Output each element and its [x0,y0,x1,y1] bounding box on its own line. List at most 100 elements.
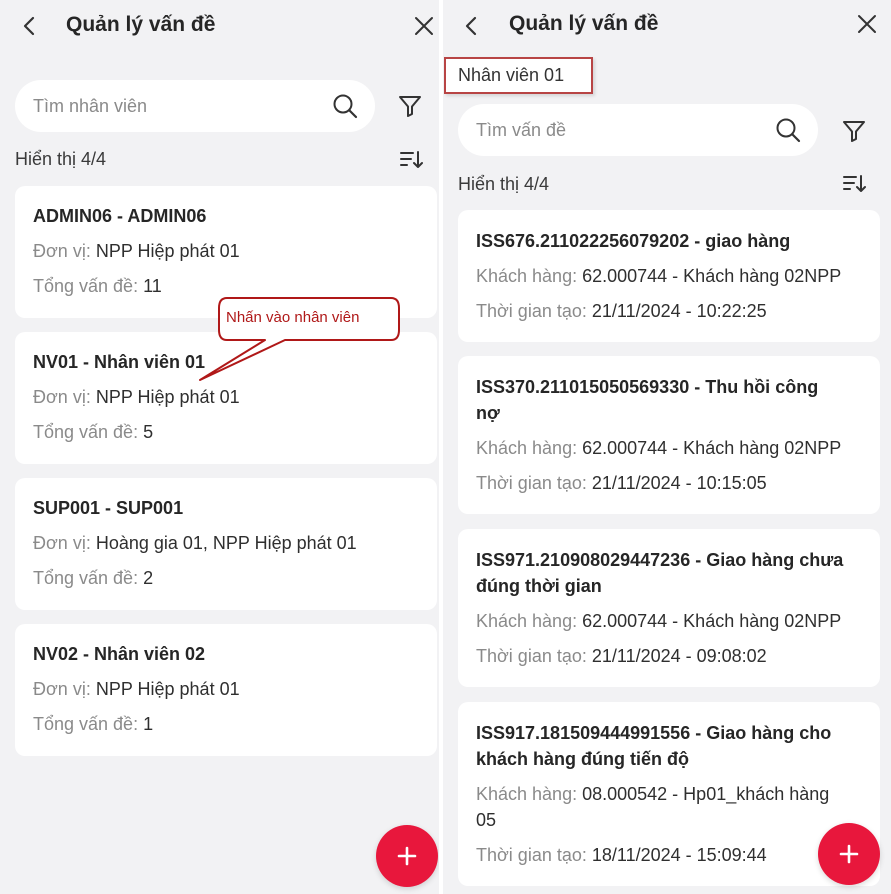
total-value: 1 [138,714,154,734]
customer-value: 08.000542 - Hp01_khách hàng [577,784,830,804]
page-title: Quản lý vấn đề [509,12,659,35]
issue-card[interactable]: ISS370.211015050569330 - Thu hồi công nợ… [458,356,880,514]
filter-button[interactable] [839,116,869,146]
time-line: Thời gian tạo: 21/11/2024 - 10:22:25 [476,298,862,324]
employee-name: NV02 - Nhân viên 02 [33,644,206,664]
customer-value: 62.000744 - Khách hàng 02NPP [577,438,842,458]
unit-line: Đơn vị: NPP Hiệp phát 01 [33,238,419,264]
result-count: Hiển thị 4/4 [458,174,550,194]
unit-line: Đơn vị: Hoàng gia 01, NPP Hiệp phát 01 [33,530,419,556]
unit-label: Đơn vị: [33,679,91,699]
search-bar [15,80,375,132]
chevron-left-icon [465,16,477,36]
unit-label: Đơn vị: [33,387,91,407]
chevron-left-icon [23,16,35,36]
search-icon[interactable] [331,92,359,120]
add-button[interactable] [818,823,880,885]
close-button[interactable] [853,10,881,38]
customer-value: 62.000744 - Khách hàng 02NPP [577,611,842,631]
issue-list-screen: Quản lý vấn đề Hiển thị 4/4 ISS676.21102… [443,0,891,894]
total-label: Tổng vấn đề: [33,568,139,588]
close-button[interactable] [410,12,438,40]
search-input[interactable] [33,95,331,117]
customer-value: 62.000744 - Khách hàng 02NPP [577,266,842,286]
total-value: 11 [138,276,162,296]
issue-card[interactable]: ISS917.181509444991556 - Giao hàng cho k… [458,702,880,886]
time-value: 18/11/2024 - 15:09:44 [586,845,767,865]
plus-icon [397,846,417,866]
employee-card[interactable]: NV02 - Nhân viên 02 Đơn vị: NPP Hiệp phá… [15,624,437,756]
search-input[interactable] [476,119,774,141]
unit-value: Hoàng gia 01, NPP Hiệp phát 01 [90,533,357,553]
sort-icon [400,151,423,168]
time-value: 21/11/2024 - 09:08:02 [586,646,767,666]
search-bar [458,104,818,156]
issue-title: ISS917.181509444991556 - Giao hàng cho [476,723,832,743]
customer-label: Khách hàng: [476,266,578,286]
issue-title: ISS676.211022256079202 - giao hàng [476,231,791,251]
customer-label: Khách hàng: [476,438,578,458]
time-value: 21/11/2024 - 10:22:25 [586,301,767,321]
result-count: Hiển thị 4/4 [15,149,107,169]
filter-icon [399,96,421,117]
customer-line: Khách hàng: 62.000744 - Khách hàng 02NPP [476,435,862,461]
unit-value: NPP Hiệp phát 01 [90,241,240,261]
customer-label: Khách hàng: [476,611,578,631]
time-line: Thời gian tạo: 18/11/2024 - 15:09:44 [476,842,862,868]
time-line: Thời gian tạo: 21/11/2024 - 09:08:02 [476,643,862,669]
issue-card[interactable]: ISS971.210908029447236 - Giao hàng chưa … [458,529,880,687]
total-label: Tổng vấn đề: [33,276,139,296]
close-icon [415,17,433,35]
top-bar: Quản lý vấn đề [443,0,891,52]
issue-title: ISS370.211015050569330 - Thu hồi công [476,377,819,397]
total-line: Tổng vấn đề: 1 [33,711,419,737]
filter-button[interactable] [395,91,425,121]
total-label: Tổng vấn đề: [33,714,139,734]
issue-title: ISS971.210908029447236 - Giao hàng chưa [476,550,844,570]
filter-icon [843,121,865,142]
back-button[interactable] [15,12,43,40]
unit-value: NPP Hiệp phát 01 [90,387,240,407]
issue-card[interactable]: ISS676.211022256079202 - giao hàng Khách… [458,210,880,342]
sort-button[interactable] [841,171,867,197]
customer-line: Khách hàng: 08.000542 - Hp01_khách hàng [476,781,862,807]
employee-name: ADMIN06 - ADMIN06 [33,206,207,226]
total-value: 2 [138,568,154,588]
unit-label: Đơn vị: [33,533,91,553]
customer-line-cont: 05 [476,810,497,830]
unit-label: Đơn vị: [33,241,91,261]
unit-value: NPP Hiệp phát 01 [90,679,240,699]
page-title: Quản lý vấn đề [66,13,216,36]
time-line: Thời gian tạo: 21/11/2024 - 10:15:05 [476,470,862,496]
customer-line: Khách hàng: 62.000744 - Khách hàng 02NPP [476,608,862,634]
total-value: 5 [138,422,154,442]
issue-title-cont: nợ [476,403,500,423]
back-button[interactable] [457,12,485,40]
time-label: Thời gian tạo: [476,646,587,666]
time-value: 21/11/2024 - 10:15:05 [586,473,767,493]
close-icon [858,15,876,33]
sort-icon [843,175,866,192]
employee-card[interactable]: SUP001 - SUP001 Đơn vị: Hoàng gia 01, NP… [15,478,437,610]
callout-text: Nhấn vào nhân viên [226,309,360,326]
employee-list-screen: Quản lý vấn đề Hiển thị 4/4 ADMIN06 - AD… [0,0,439,894]
issue-title-cont: khách hàng đúng tiến độ [476,749,689,769]
total-line: Tổng vấn đề: 5 [33,419,419,445]
total-label: Tổng vấn đề: [33,422,139,442]
total-line: Tổng vấn đề: 2 [33,565,419,591]
plus-icon [839,844,859,864]
customer-label: Khách hàng: [476,784,578,804]
top-bar: Quản lý vấn đề [0,0,439,52]
search-icon[interactable] [774,116,802,144]
time-label: Thời gian tạo: [476,473,587,493]
customer-line: Khách hàng: 62.000744 - Khách hàng 02NPP [476,263,862,289]
time-label: Thời gian tạo: [476,845,587,865]
sort-button[interactable] [398,147,424,173]
unit-line: Đơn vị: NPP Hiệp phát 01 [33,384,419,410]
issue-title-cont: đúng thời gian [476,576,602,596]
unit-line: Đơn vị: NPP Hiệp phát 01 [33,676,419,702]
time-label: Thời gian tạo: [476,301,587,321]
add-button[interactable] [376,825,438,887]
selected-employee-tag: Nhân viên 01 [444,57,593,94]
employee-name: SUP001 - SUP001 [33,498,184,518]
